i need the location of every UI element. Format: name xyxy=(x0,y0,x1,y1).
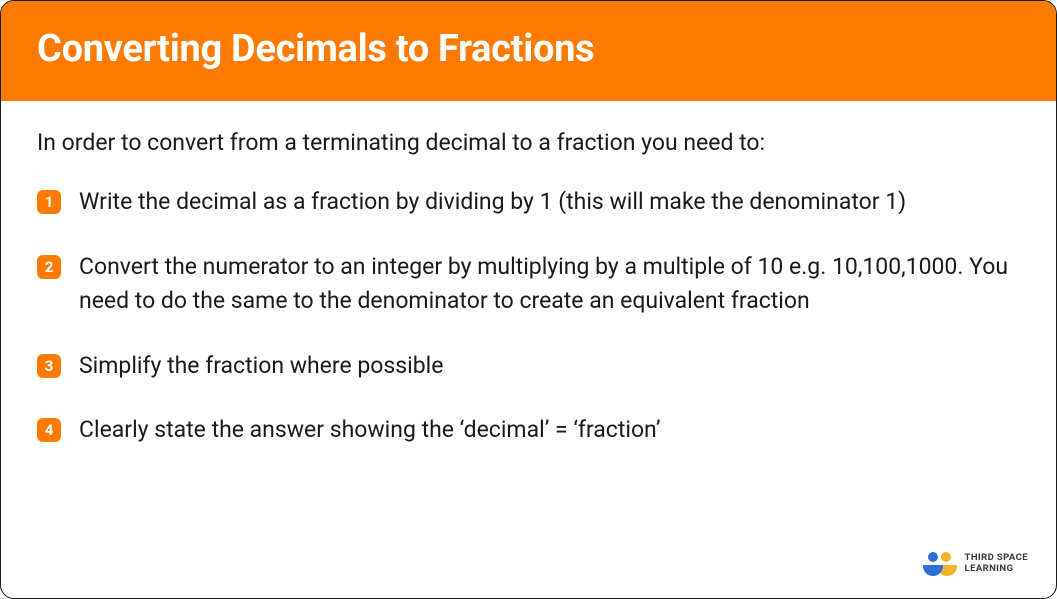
step-number-badge: 2 xyxy=(37,255,61,279)
step-text: Clearly state the answer showing the ‘de… xyxy=(79,413,660,448)
step-number-badge: 1 xyxy=(37,190,61,214)
step-text: Convert the numerator to an integer by m… xyxy=(79,250,1020,319)
card-body: In order to convert from a terminating d… xyxy=(1,101,1056,448)
info-card: Converting Decimals to Fractions In orde… xyxy=(0,0,1057,599)
brand-logo: THIRD SPACE LEARNING xyxy=(923,552,1028,576)
list-item: 4 Clearly state the answer showing the ‘… xyxy=(37,413,1020,448)
page-title: Converting Decimals to Fractions xyxy=(37,27,1020,71)
step-number-badge: 4 xyxy=(37,418,61,442)
logo-text: THIRD SPACE LEARNING xyxy=(965,553,1028,575)
list-item: 3 Simplify the fraction where possible xyxy=(37,349,1020,384)
step-text: Write the decimal as a fraction by divid… xyxy=(79,185,906,220)
list-item: 1 Write the decimal as a fraction by div… xyxy=(37,185,1020,220)
list-item: 2 Convert the numerator to an integer by… xyxy=(37,250,1020,319)
step-number-badge: 3 xyxy=(37,354,61,378)
logo-icon xyxy=(923,552,957,576)
steps-list: 1 Write the decimal as a fraction by div… xyxy=(37,185,1020,448)
logo-line2: LEARNING xyxy=(965,564,1028,575)
intro-text: In order to convert from a terminating d… xyxy=(37,127,1020,159)
step-text: Simplify the fraction where possible xyxy=(79,349,443,384)
card-header: Converting Decimals to Fractions xyxy=(1,1,1056,101)
